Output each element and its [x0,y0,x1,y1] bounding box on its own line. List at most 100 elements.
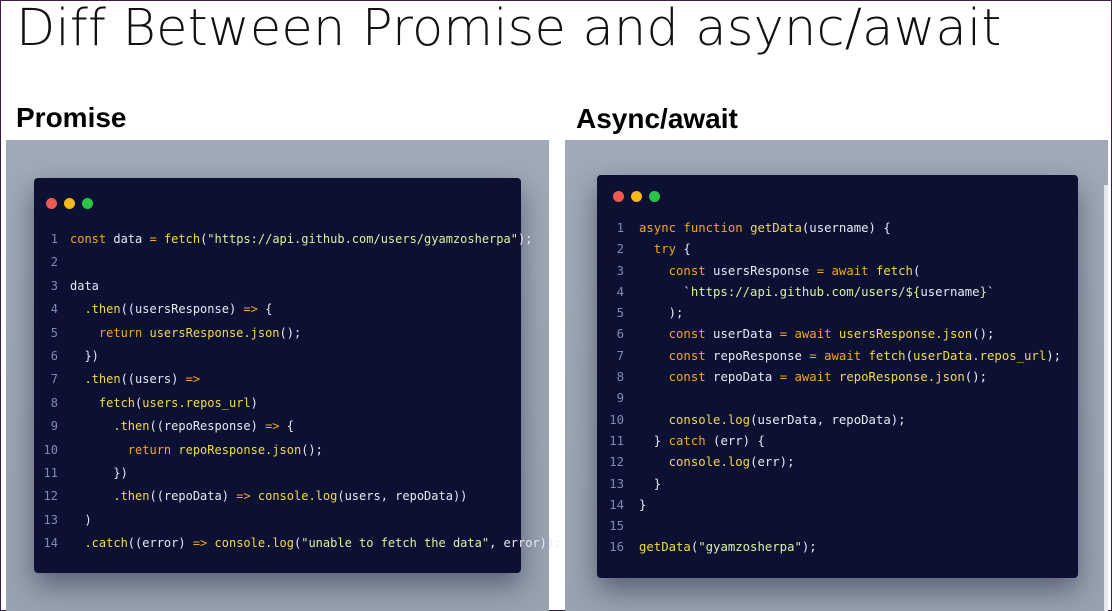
code-text: console.log(userData, repoData); [639,410,906,431]
code-token: .log [308,489,338,504]
code-line: 10 return repoResponse.json(); [34,439,521,462]
code-line: 9 .then((repoResponse) => { [34,415,521,438]
code-token: getData [639,540,691,555]
code-token: ); [517,232,533,246]
promise-heading: Promise [16,102,127,133]
line-number: 2 [50,255,58,270]
code-line: 12 console.log(err); [597,452,1078,473]
code-line: 5 ); [597,303,1078,324]
code-line: 8 fetch(users.repos_url) [34,392,521,415]
code-line: 1 async function getData(username) { [597,218,1078,239]
code-line: 15 [597,516,1078,537]
line-number: 5 [616,306,624,321]
code-text: ); [639,303,684,324]
code-text: .then((users) => [70,368,200,391]
code-token: (); [279,325,302,340]
code-token: async [639,221,684,235]
code-token: ((error) [127,536,193,551]
code-token: username [920,284,980,299]
code-token: ((repoResponse) [149,419,266,434]
code-line: 13 } [597,474,1078,495]
code-token: = [779,327,795,342]
code-token: } [639,497,647,512]
code-token: { [286,419,294,434]
code-text: getData("gyamzosherpa"); [639,537,817,558]
line-number: 14 [43,536,58,551]
line-number: 6 [616,327,624,342]
code-token: ); [801,540,817,555]
code-token: fetch [163,232,201,246]
code-token: return [70,442,179,457]
code-token: (); [964,370,988,385]
code-token: => [192,536,215,551]
code-token: (err) { [713,433,765,448]
code-token: await [794,327,839,342]
code-token: (); [972,327,995,342]
panel-edge [1104,185,1108,611]
code-token: .repos_url [972,348,1047,363]
code-token: } [639,433,669,448]
code-line: 3 data [34,275,521,298]
code-token: const [70,232,114,246]
close-dot-icon [46,198,57,209]
code-token: (err); [750,455,795,470]
code-token: repoResponse [838,370,928,385]
code-token: userData [912,348,973,363]
code-text: } catch (err) { [639,431,765,452]
code-text: const repoData = await repoResponse.json… [639,367,987,388]
code-text: const repoResponse = await fetch(userDat… [639,346,1061,367]
line-number: 4 [50,302,58,317]
code-text: } [639,495,646,516]
code-token: ) [250,395,258,410]
code-token: .then [70,489,150,504]
code-token: const [639,263,714,278]
async-await-heading: Async/await [576,103,738,134]
slide-title: Diff Between Promise and async/await [16,0,1002,58]
code-line: 10 console.log(userData, repoData); [597,410,1078,431]
code-text: const data = fetch("https://api.github.c… [70,228,532,251]
line-number: 14 [609,497,624,512]
code-token: fetch [868,348,906,363]
line-number: 13 [43,512,58,527]
code-text: try { [639,239,691,260]
code-token: ( [912,263,921,278]
code-token: => [185,372,201,387]
code-token: await [831,263,876,278]
line-number: 13 [609,476,624,491]
code-token: await [794,370,839,385]
promise-code-image: 1 const data = fetch("https://api.github.… [6,140,562,611]
code-line: 12 .then((repoData) => console.log(users… [34,485,521,508]
minimize-dot-icon [631,191,642,202]
line-number: 1 [50,232,58,246]
line-number: 9 [616,391,624,406]
code-line: 14 .catch((error) => console.log("unable… [34,532,562,555]
code-line: 6 }) [34,345,521,368]
code-token: ); [639,306,684,321]
code-token: (); [301,442,323,457]
minimize-dot-icon [64,198,75,209]
code-token: (username) { [801,221,891,235]
code-token: const [639,370,714,385]
window-controls [613,191,660,202]
line-number: 7 [50,372,58,387]
code-token: .json [927,370,965,385]
code-token: (users, repoData)) [337,489,468,504]
code-token: userData [713,327,780,342]
code-token: => [236,489,258,504]
async-await-code-block: 1 async function getData(username) {2 try… [597,218,1078,559]
code-token: .repos_url [178,395,251,410]
line-number: 3 [616,263,624,278]
code-token: .json [265,442,302,457]
code-token: console [639,412,721,427]
code-text: ) [70,509,91,532]
code-line: 9 [597,388,1078,409]
code-token: usersResponse [838,327,936,342]
code-token: console [257,489,309,504]
code-line: 6 const userData = await usersResponse.j… [597,324,1078,345]
code-token: try [639,242,684,257]
line-number: 8 [616,370,624,385]
code-token: usersResponse [149,325,244,340]
code-line: 7 const repoResponse = await fetch(userD… [597,346,1078,367]
code-line: 2 try { [597,239,1078,260]
code-token: .then [70,419,150,434]
